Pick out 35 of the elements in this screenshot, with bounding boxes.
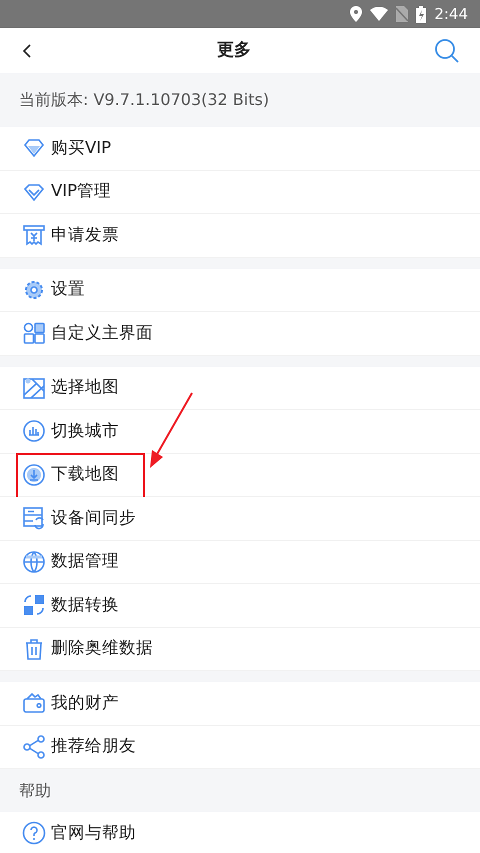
menu-item[interactable]: 切换城市 <box>0 410 480 454</box>
wallet-icon <box>22 691 46 716</box>
menu-item[interactable]: 设置 <box>0 268 480 312</box>
convert-icon <box>22 593 46 618</box>
sync-icon <box>22 506 46 530</box>
receipt-icon <box>22 223 46 248</box>
page-title: 更多 <box>217 38 251 62</box>
menu-item[interactable]: 自定义主界面 <box>0 312 480 356</box>
menu-item[interactable]: 我的财产 <box>0 682 480 726</box>
chart-icon <box>22 419 46 444</box>
menu-item[interactable]: 推荐给朋友 <box>0 726 480 769</box>
share-icon <box>22 734 46 759</box>
menu-item[interactable]: 数据管理 <box>0 540 480 584</box>
globe-icon <box>22 550 46 574</box>
location-icon <box>350 6 362 22</box>
menu-item[interactable]: 数据转换 <box>0 584 480 628</box>
section-title: 帮助 <box>19 780 51 802</box>
wifi-icon <box>370 7 388 21</box>
battery-icon <box>416 6 426 22</box>
grid-icon <box>22 321 46 346</box>
menu-item[interactable]: 下载地图 <box>0 454 480 497</box>
search-icon[interactable] <box>434 38 460 64</box>
menu-item[interactable]: VIP管理 <box>0 170 480 214</box>
status-time: 2:44 <box>434 4 468 25</box>
version-text: 当前版本: V9.7.1.10703(32 Bits) <box>19 89 270 111</box>
help-icon <box>22 821 46 846</box>
menu-item[interactable]: 删除奥维数据 <box>0 628 480 671</box>
map-icon <box>22 376 46 400</box>
menu-item[interactable]: 官网与帮助 <box>0 812 480 853</box>
menu-item[interactable]: 选择地图 <box>0 366 480 410</box>
menu-item[interactable]: 购买VIP <box>0 127 480 170</box>
menu-item[interactable]: 申请发票 <box>0 214 480 258</box>
no-sim-icon <box>396 6 408 22</box>
menu-item[interactable]: 设备间同步 <box>0 497 480 540</box>
download-icon <box>22 462 46 487</box>
